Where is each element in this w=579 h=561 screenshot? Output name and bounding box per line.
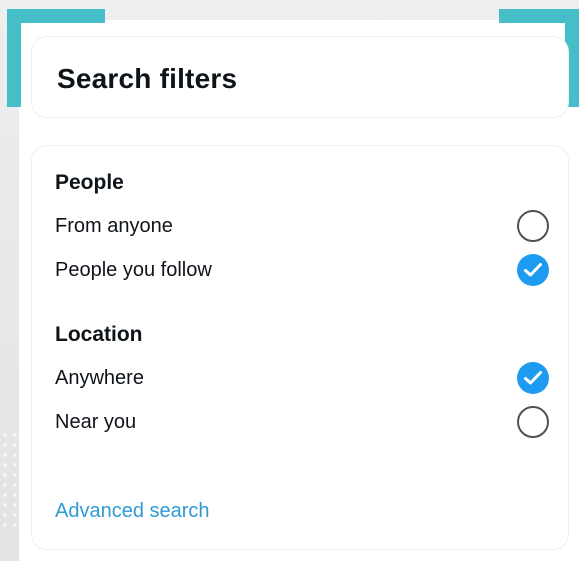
check-circle-icon[interactable] (517, 254, 549, 286)
option-anywhere[interactable]: Anywhere (55, 360, 549, 396)
option-label: People you follow (55, 259, 212, 281)
advanced-search-link[interactable]: Advanced search (55, 500, 210, 523)
section-heading-people: People (55, 171, 124, 194)
page-title: Search filters (57, 63, 238, 94)
filters-card: People From anyone People you follow Loc… (31, 145, 569, 550)
option-near-you[interactable]: Near you (55, 404, 549, 440)
option-label: From anyone (55, 215, 173, 237)
option-label: Anywhere (55, 367, 144, 389)
check-circle-icon[interactable] (517, 362, 549, 394)
header-card: Search filters (31, 36, 569, 118)
section-heading-location: Location (55, 323, 143, 346)
empty-circle-icon[interactable] (517, 406, 549, 438)
option-label: Near you (55, 411, 137, 433)
accent-corner-left-side (7, 9, 21, 107)
option-people-you-follow[interactable]: People you follow (55, 252, 549, 288)
empty-circle-icon[interactable] (517, 210, 549, 242)
option-from-anyone[interactable]: From anyone (55, 208, 549, 244)
accent-corner-left-top (7, 9, 105, 23)
